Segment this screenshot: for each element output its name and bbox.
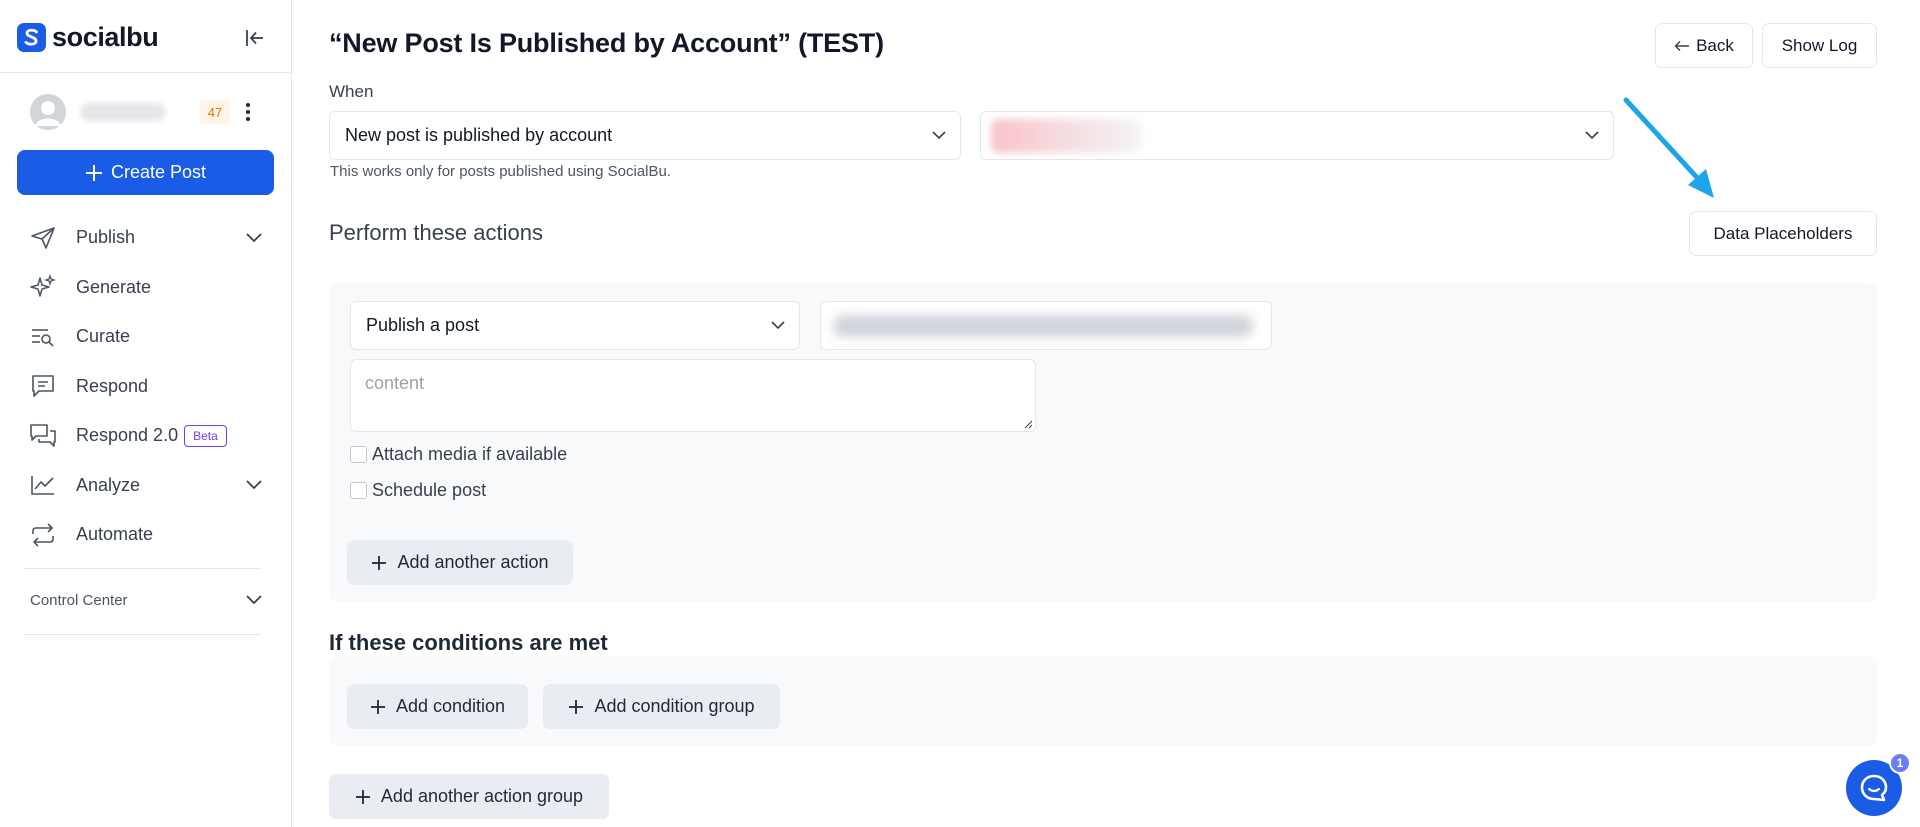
annotation-arrow-icon (1623, 97, 1714, 198)
sidebar-item-label: Publish (76, 227, 136, 248)
sidebar-item-generate[interactable]: Generate (28, 263, 264, 313)
sidebar-item-respond[interactable]: Respond (28, 362, 264, 412)
back-button[interactable]: Back (1655, 23, 1753, 68)
sidebar-item-label: Respond 2.0 (76, 425, 179, 446)
user-profile[interactable]: 47 (30, 94, 261, 130)
curate-search-icon (28, 323, 58, 351)
page-title: “New Post Is Published by Account” (TEST… (329, 28, 884, 58)
account-redacted (991, 118, 1141, 153)
add-condition-group-label: Add condition group (594, 696, 755, 716)
when-label: When (329, 82, 374, 101)
action-type-select[interactable]: Publish a post (350, 301, 800, 350)
chat-unread-badge: 1 (1889, 752, 1911, 774)
attach-media-checkbox[interactable] (350, 446, 367, 463)
create-post-button[interactable]: Create Post (17, 150, 274, 195)
content-textarea[interactable]: content (350, 359, 1036, 432)
sidebar-item-label: Respond (76, 375, 149, 396)
chevron-down-icon[interactable] (244, 590, 264, 610)
plus-icon (85, 164, 102, 181)
divider (0, 72, 291, 73)
back-label: Back (1696, 35, 1734, 55)
trigger-account-select[interactable] (980, 111, 1614, 160)
add-another-action-group-label: Add another action group (380, 786, 584, 806)
chevron-down-icon[interactable] (244, 475, 264, 495)
chevron-down-icon (1583, 127, 1601, 145)
conditions-panel: Add condition Add condition group (329, 656, 1877, 746)
chat-square-icon (28, 372, 58, 400)
sidebar-item-label: Curate (76, 326, 131, 347)
schedule-post-checkbox[interactable] (350, 482, 367, 499)
plus-icon (355, 789, 370, 804)
add-another-action-group-button[interactable]: Add another action group (329, 774, 609, 819)
add-another-action-button[interactable]: Add another action (347, 540, 573, 585)
divider (24, 568, 261, 569)
sidebar-item-analyze[interactable]: Analyze (28, 461, 264, 511)
beta-badge: Beta (184, 424, 227, 447)
paper-plane-icon (28, 224, 58, 252)
arrow-left-icon (1674, 40, 1690, 51)
content-placeholder: content (365, 373, 425, 393)
schedule-post-checkbox-row[interactable]: Schedule post (350, 480, 486, 501)
line-chart-icon (28, 471, 58, 499)
create-post-label: Create Post (110, 162, 207, 182)
avatar[interactable] (30, 94, 66, 130)
conditions-section-title: If these conditions are met (329, 630, 608, 655)
socialbu-logo-icon (17, 22, 46, 52)
chevron-down-icon (930, 127, 948, 145)
sidebar-item-label: Generate (76, 276, 152, 297)
notification-count-badge: 47 (200, 100, 230, 124)
logo[interactable]: socialbu (17, 20, 267, 54)
show-log-label: Show Log (1781, 35, 1858, 55)
kebab-menu-icon[interactable] (238, 100, 258, 124)
add-another-action-label: Add another action (397, 552, 549, 572)
target-account-redacted (833, 314, 1253, 337)
chevron-down-icon[interactable] (244, 228, 264, 248)
brand-name: socialbu (52, 21, 159, 52)
sparkles-icon (28, 273, 58, 301)
sidebar-item-curate[interactable]: Curate (28, 312, 264, 362)
add-condition-group-button[interactable]: Add condition group (543, 684, 780, 729)
sidebar-item-label: Analyze (76, 474, 141, 495)
chevron-down-icon (769, 317, 787, 335)
user-name-redacted (80, 103, 166, 121)
action-type-value: Publish a post (366, 315, 480, 335)
sidebar-item-publish[interactable]: Publish (28, 213, 264, 263)
add-condition-button[interactable]: Add condition (347, 684, 528, 729)
action-target-account-select[interactable] (820, 301, 1272, 350)
resize-grip-icon[interactable] (1023, 419, 1033, 429)
repeat-icon (28, 521, 58, 549)
data-placeholders-button[interactable]: Data Placeholders (1689, 211, 1877, 256)
add-condition-label: Add condition (395, 696, 506, 716)
show-log-button[interactable]: Show Log (1762, 23, 1877, 68)
data-placeholders-label: Data Placeholders (1713, 223, 1853, 243)
plus-icon (372, 555, 387, 570)
collapse-sidebar-icon[interactable] (243, 26, 267, 50)
sidebar-nav: Publish Generate Curate Respond Respond … (28, 213, 264, 560)
divider (24, 634, 261, 635)
control-center-toggle[interactable]: Control Center (30, 588, 264, 612)
schedule-post-label: Schedule post (372, 480, 487, 500)
sidebar-item-label: Automate (76, 524, 154, 545)
control-center-label: Control Center (30, 591, 128, 609)
attach-media-checkbox-row[interactable]: Attach media if available (350, 444, 567, 465)
main-content: “New Post Is Published by Account” (TEST… (292, 0, 1920, 827)
chat-double-icon (28, 422, 58, 450)
actions-panel: Publish a post content Attach media if a… (329, 283, 1877, 602)
sidebar-item-automate[interactable]: Automate (28, 510, 264, 560)
trigger-event-select[interactable]: New post is published by account (329, 111, 961, 160)
trigger-hint: This works only for posts published usin… (330, 163, 672, 180)
trigger-event-value: New post is published by account (345, 125, 613, 145)
attach-media-label: Attach media if available (372, 444, 568, 464)
actions-section-title: Perform these actions (329, 220, 543, 245)
plus-icon (569, 699, 584, 714)
sidebar-item-respond-2[interactable]: Respond 2.0 Beta (28, 411, 264, 461)
chat-bubble-icon (1860, 774, 1888, 802)
plus-icon (370, 699, 385, 714)
sidebar: socialbu 47 Create Post Publish Generate… (0, 0, 292, 827)
